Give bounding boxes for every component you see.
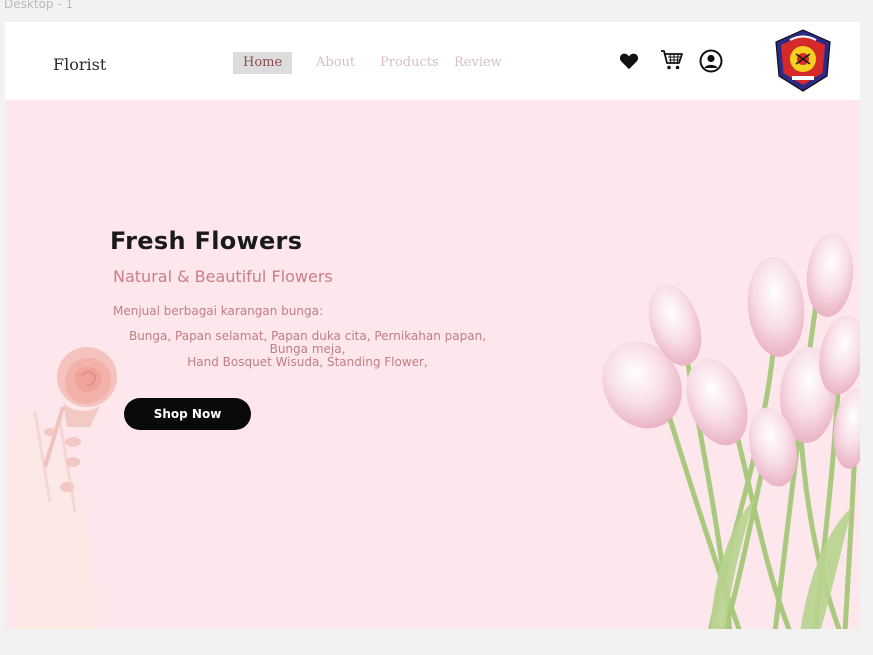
- product-list-line: Hand Bosquet Wisuda, Standing Flower,: [187, 355, 428, 369]
- landing-page: Florist Home About Products Review Fresh…: [5, 22, 860, 629]
- product-list: Bunga, Papan selamat, Papan duka cita, P…: [105, 330, 510, 369]
- shop-now-button[interactable]: Shop Now: [124, 398, 251, 430]
- navbar: Florist Home About Products Review: [5, 22, 860, 100]
- nav-link-review[interactable]: Review: [454, 52, 502, 74]
- rose-illustration: [8, 347, 117, 629]
- institution-logo: [775, 29, 831, 92]
- nav-link-home[interactable]: Home: [233, 52, 293, 74]
- hero-title: Fresh Flowers: [110, 227, 303, 255]
- hero-subtitle: Natural & Beautiful Flowers: [113, 267, 333, 286]
- brand-name[interactable]: Florist: [53, 55, 106, 74]
- nav-link-products[interactable]: Products: [380, 52, 439, 74]
- nav-link-about[interactable]: About: [316, 52, 355, 74]
- cart-icon[interactable]: [660, 49, 684, 71]
- heart-icon[interactable]: [619, 52, 639, 70]
- frame-label: Desktop - 1: [4, 0, 74, 11]
- user-icon[interactable]: [699, 49, 723, 73]
- hero-description: Menjual berbagai karangan bunga:: [113, 304, 324, 318]
- tulips-image: [602, 233, 860, 629]
